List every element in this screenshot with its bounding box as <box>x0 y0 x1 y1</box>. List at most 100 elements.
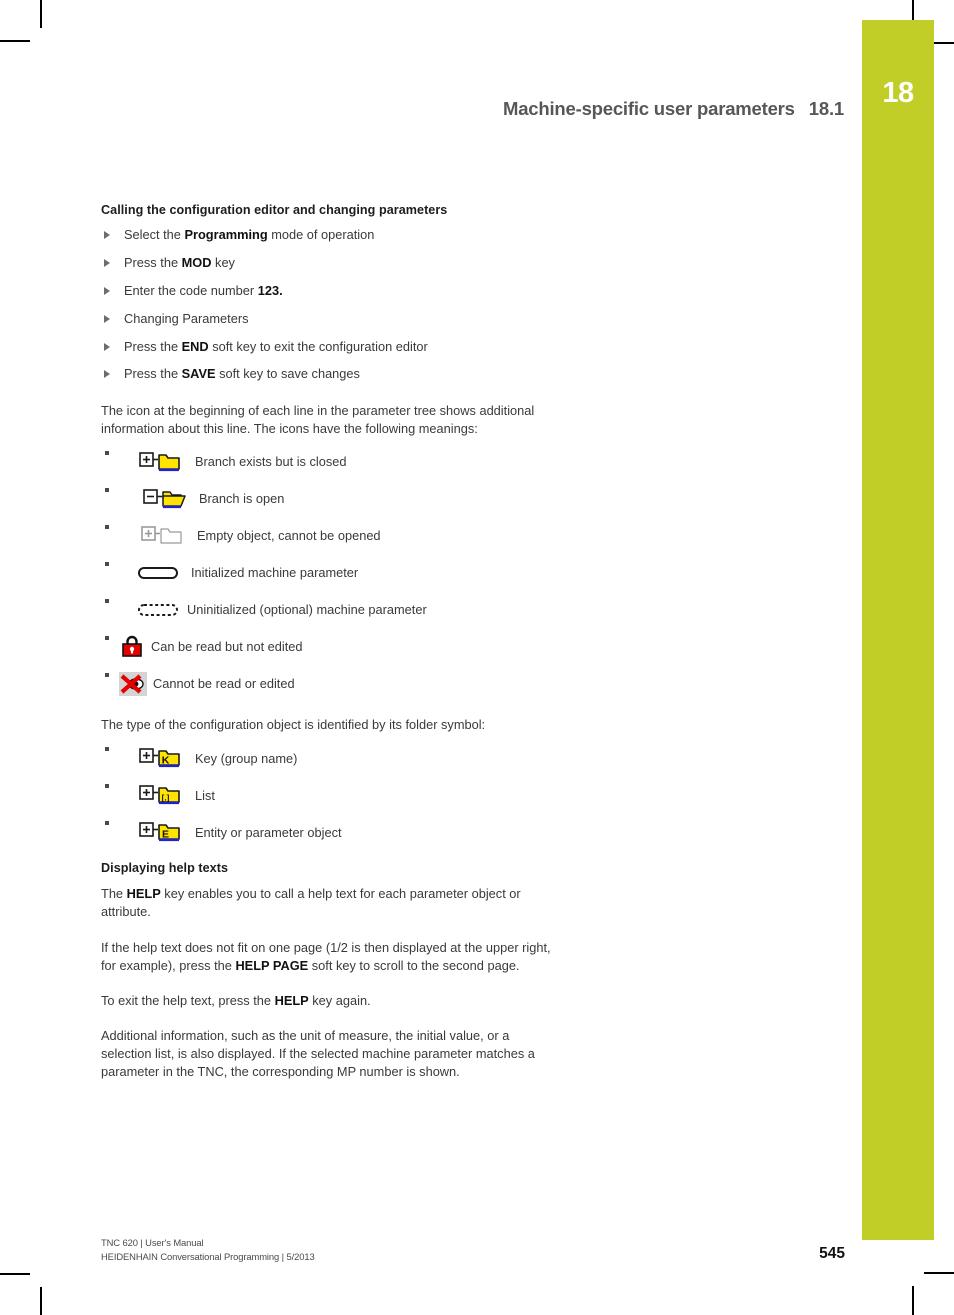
folder-legend-label: List <box>195 787 215 803</box>
page-number: 545 <box>819 1245 845 1263</box>
icon-legend-label: Branch is open <box>199 491 285 507</box>
header-title: Machine-specific user parameters <box>502 98 795 119</box>
step-text-suffix: mode of operation <box>267 227 375 242</box>
square-bullet-icon <box>105 562 109 567</box>
help-text: To exit the help text, press the <box>101 992 275 1008</box>
icon-legend-list: Branch exists but is closed Branch is ope… <box>101 447 561 699</box>
step-item: Select the Programming mode of operation <box>101 227 561 243</box>
step-item: Changing Parameters <box>101 311 561 327</box>
icon-legend-label: Can be read but not edited <box>151 639 303 655</box>
help-key-label: HELP PAGE <box>235 957 309 973</box>
square-bullet-icon <box>105 747 109 752</box>
square-bullet-icon <box>105 821 109 826</box>
folder-key-icon: K <box>139 743 185 773</box>
help-paragraph: To exit the help text, press the HELP ke… <box>101 992 561 1010</box>
triangle-bullet-icon <box>104 231 110 239</box>
folder-open-minus-icon <box>143 484 189 514</box>
step-key-label: END <box>181 338 209 354</box>
square-bullet-icon <box>105 488 109 493</box>
svg-text:K: K <box>162 755 170 767</box>
step-text: Press the <box>124 338 182 354</box>
step-text: Enter the code number <box>124 282 258 298</box>
folder-closed-plus-icon <box>139 447 185 477</box>
step-key-label: SAVE <box>181 366 216 382</box>
icon-legend-label: Branch exists but is closed <box>195 454 347 470</box>
triangle-bullet-icon <box>104 370 110 379</box>
folder-legend-label: Key (group name) <box>195 750 298 766</box>
step-text: Press the <box>124 366 182 382</box>
chapter-tab: 18 <box>862 20 934 1240</box>
icon-legend-item: Cannot be read or edited <box>101 669 561 699</box>
svg-text:E: E <box>162 829 169 841</box>
heading-displaying-help-texts: Displaying help texts <box>101 861 229 876</box>
step-text-suffix: soft key to save changes <box>215 366 360 382</box>
padlock-icon <box>119 634 145 660</box>
help-paragraph: The HELP key enables you to call a help … <box>101 885 561 921</box>
help-key-label: HELP <box>274 992 309 1008</box>
heading-calling-configuration-editor: Calling the configuration editor and cha… <box>101 203 448 217</box>
square-bullet-icon <box>105 451 109 456</box>
icon-legend-label: Uninitialized (optional) machine paramet… <box>187 602 427 618</box>
footer-line-2: HEIDENHAIN Conversational Programming | … <box>101 1250 315 1262</box>
folder-legend-item: K Key (group name) <box>101 743 561 773</box>
square-bullet-icon <box>105 784 109 789</box>
step-text: Press the <box>124 254 182 270</box>
step-item: Press the SAVE soft key to save changes <box>101 366 561 382</box>
icon-legend-item: Branch is open <box>101 484 561 514</box>
icon-legend-item: Branch exists but is closed <box>101 447 561 477</box>
step-item: Press the END soft key to exit the confi… <box>101 339 561 355</box>
solid-capsule-icon <box>135 562 181 584</box>
triangle-bullet-icon <box>104 314 110 323</box>
step-item: Enter the code number 123. <box>101 283 561 299</box>
folder-symbol-paragraph: The type of the configuration object is … <box>101 717 486 733</box>
folder-list-icon: [.] <box>139 780 185 810</box>
triangle-bullet-icon <box>104 286 110 295</box>
dashed-capsule-icon <box>135 599 181 621</box>
icon-legend-item: Initialized machine parameter <box>101 558 561 588</box>
step-text-suffix: soft key to exit the configuration edito… <box>208 338 428 354</box>
crop-mark-bottom-left-vertical <box>40 1287 42 1315</box>
intro-paragraph: The icon at the beginning of each line i… <box>101 402 535 436</box>
footer-line-1: TNC 620 | User's Manual <box>101 1237 204 1248</box>
help-paragraph: Additional information, such as the unit… <box>101 1027 561 1081</box>
triangle-bullet-icon <box>104 342 110 351</box>
help-paragraph: If the help text does not fit on one pag… <box>101 939 561 975</box>
icon-legend-item: Uninitialized (optional) machine paramet… <box>101 595 561 625</box>
step-text-suffix: key <box>211 254 235 270</box>
crop-mark-bottom-right-vertical <box>912 1286 914 1315</box>
crossed-out-icon <box>119 672 147 697</box>
folder-entity-icon: E <box>139 817 185 847</box>
icon-legend-label: Empty object, cannot be opened <box>197 528 381 544</box>
step-item: Press the MOD key <box>101 255 561 271</box>
square-bullet-icon <box>105 525 109 530</box>
folder-legend-list: K Key (group name) [.] List E Entity or param… <box>101 743 561 847</box>
icon-legend-item: Can be read but not edited <box>101 632 561 662</box>
help-text: soft key to scroll to the second page. <box>308 957 520 973</box>
square-bullet-icon <box>105 636 109 641</box>
triangle-bullet-icon <box>104 258 110 267</box>
crop-mark-bottom-left-horizontal <box>0 1273 30 1275</box>
folder-legend-item: E Entity or parameter object <box>101 817 561 847</box>
help-paragraphs: The HELP key enables you to call a help … <box>101 885 561 1081</box>
crop-mark-top-left-vertical <box>40 0 42 28</box>
folder-legend-label: Entity or parameter object <box>195 824 342 840</box>
folder-empty-plus-icon <box>141 521 187 551</box>
help-key-label: HELP <box>126 886 161 902</box>
help-text: The <box>101 886 127 902</box>
step-key-label: MOD <box>181 254 212 270</box>
svg-text:[.]: [.] <box>162 794 170 803</box>
footer-meta: TNC 620 | User's Manual HEIDENHAIN Conve… <box>101 1236 315 1263</box>
folder-legend-item: [.] List <box>101 780 561 810</box>
help-text: key enables you to call a help text for … <box>101 886 521 920</box>
chapter-number: 18 <box>882 77 914 109</box>
crop-mark-bottom-right-horizontal <box>924 1272 954 1274</box>
square-bullet-icon <box>105 599 109 604</box>
icon-legend-item: Empty object, cannot be opened <box>101 521 561 551</box>
icon-legend-label: Initialized machine parameter <box>191 565 359 581</box>
page-header: Machine-specific user parameters 18.1 <box>0 98 844 120</box>
step-key-label: 123. <box>257 282 283 298</box>
main-content: Calling the configuration editor and cha… <box>101 203 561 1081</box>
help-text: key again. <box>308 992 371 1008</box>
crop-mark-top-right-vertical <box>912 0 914 22</box>
step-text: Changing Parameters <box>124 310 249 326</box>
